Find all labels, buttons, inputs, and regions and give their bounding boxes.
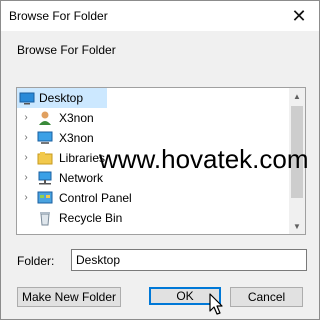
close-icon: ✕ <box>291 5 307 26</box>
scroll-up-arrow-icon[interactable]: ▲ <box>289 88 305 104</box>
watermark-text: www.hovatek.com <box>99 144 309 174</box>
chevron-right-icon[interactable]: › <box>21 191 31 205</box>
folder-input[interactable] <box>71 249 307 271</box>
chevron-right-icon[interactable]: › <box>21 131 31 145</box>
libraries-icon <box>37 152 53 165</box>
tree-item-label: Recycle Bin <box>59 211 123 225</box>
window-title: Browse For Folder <box>9 9 108 23</box>
chevron-right-icon[interactable]: › <box>21 151 31 165</box>
close-button[interactable]: ✕ <box>279 1 319 31</box>
cancel-button[interactable]: Cancel <box>230 287 303 307</box>
tree-item-label: Control Panel <box>59 191 132 205</box>
chevron-right-icon[interactable]: › <box>21 171 31 185</box>
user-icon <box>39 111 51 125</box>
title-bar[interactable]: Browse For Folder ✕ <box>1 1 319 31</box>
network-icon <box>38 171 52 185</box>
recycle-bin-icon <box>40 212 50 226</box>
tree-item-recycle-bin[interactable]: Recycle Bin <box>17 208 289 228</box>
mouse-pointer-icon <box>209 293 223 315</box>
browse-for-folder-dialog: Browse For Folder ✕ Browse For Folder De… <box>0 0 320 320</box>
tree-item-user[interactable]: › X3non <box>17 108 289 128</box>
computer-icon <box>37 131 53 144</box>
tree-item-label: X3non <box>59 131 94 145</box>
tree-item-label: Desktop <box>39 91 84 105</box>
tree-item-control-panel[interactable]: › Control Panel <box>17 188 289 208</box>
make-new-folder-button[interactable]: Make New Folder <box>17 287 121 307</box>
instruction-text: Browse For Folder <box>17 43 116 57</box>
folder-label: Folder: <box>17 254 55 268</box>
tree-item-label: X3non <box>59 111 94 125</box>
control-panel-icon <box>37 191 53 204</box>
chevron-right-icon[interactable]: › <box>21 111 31 125</box>
desktop-icon <box>19 92 35 105</box>
tree-item-desktop[interactable]: Desktop <box>17 88 107 108</box>
tree-item-label: Network <box>59 171 104 185</box>
scroll-down-arrow-icon[interactable]: ▼ <box>289 218 305 234</box>
